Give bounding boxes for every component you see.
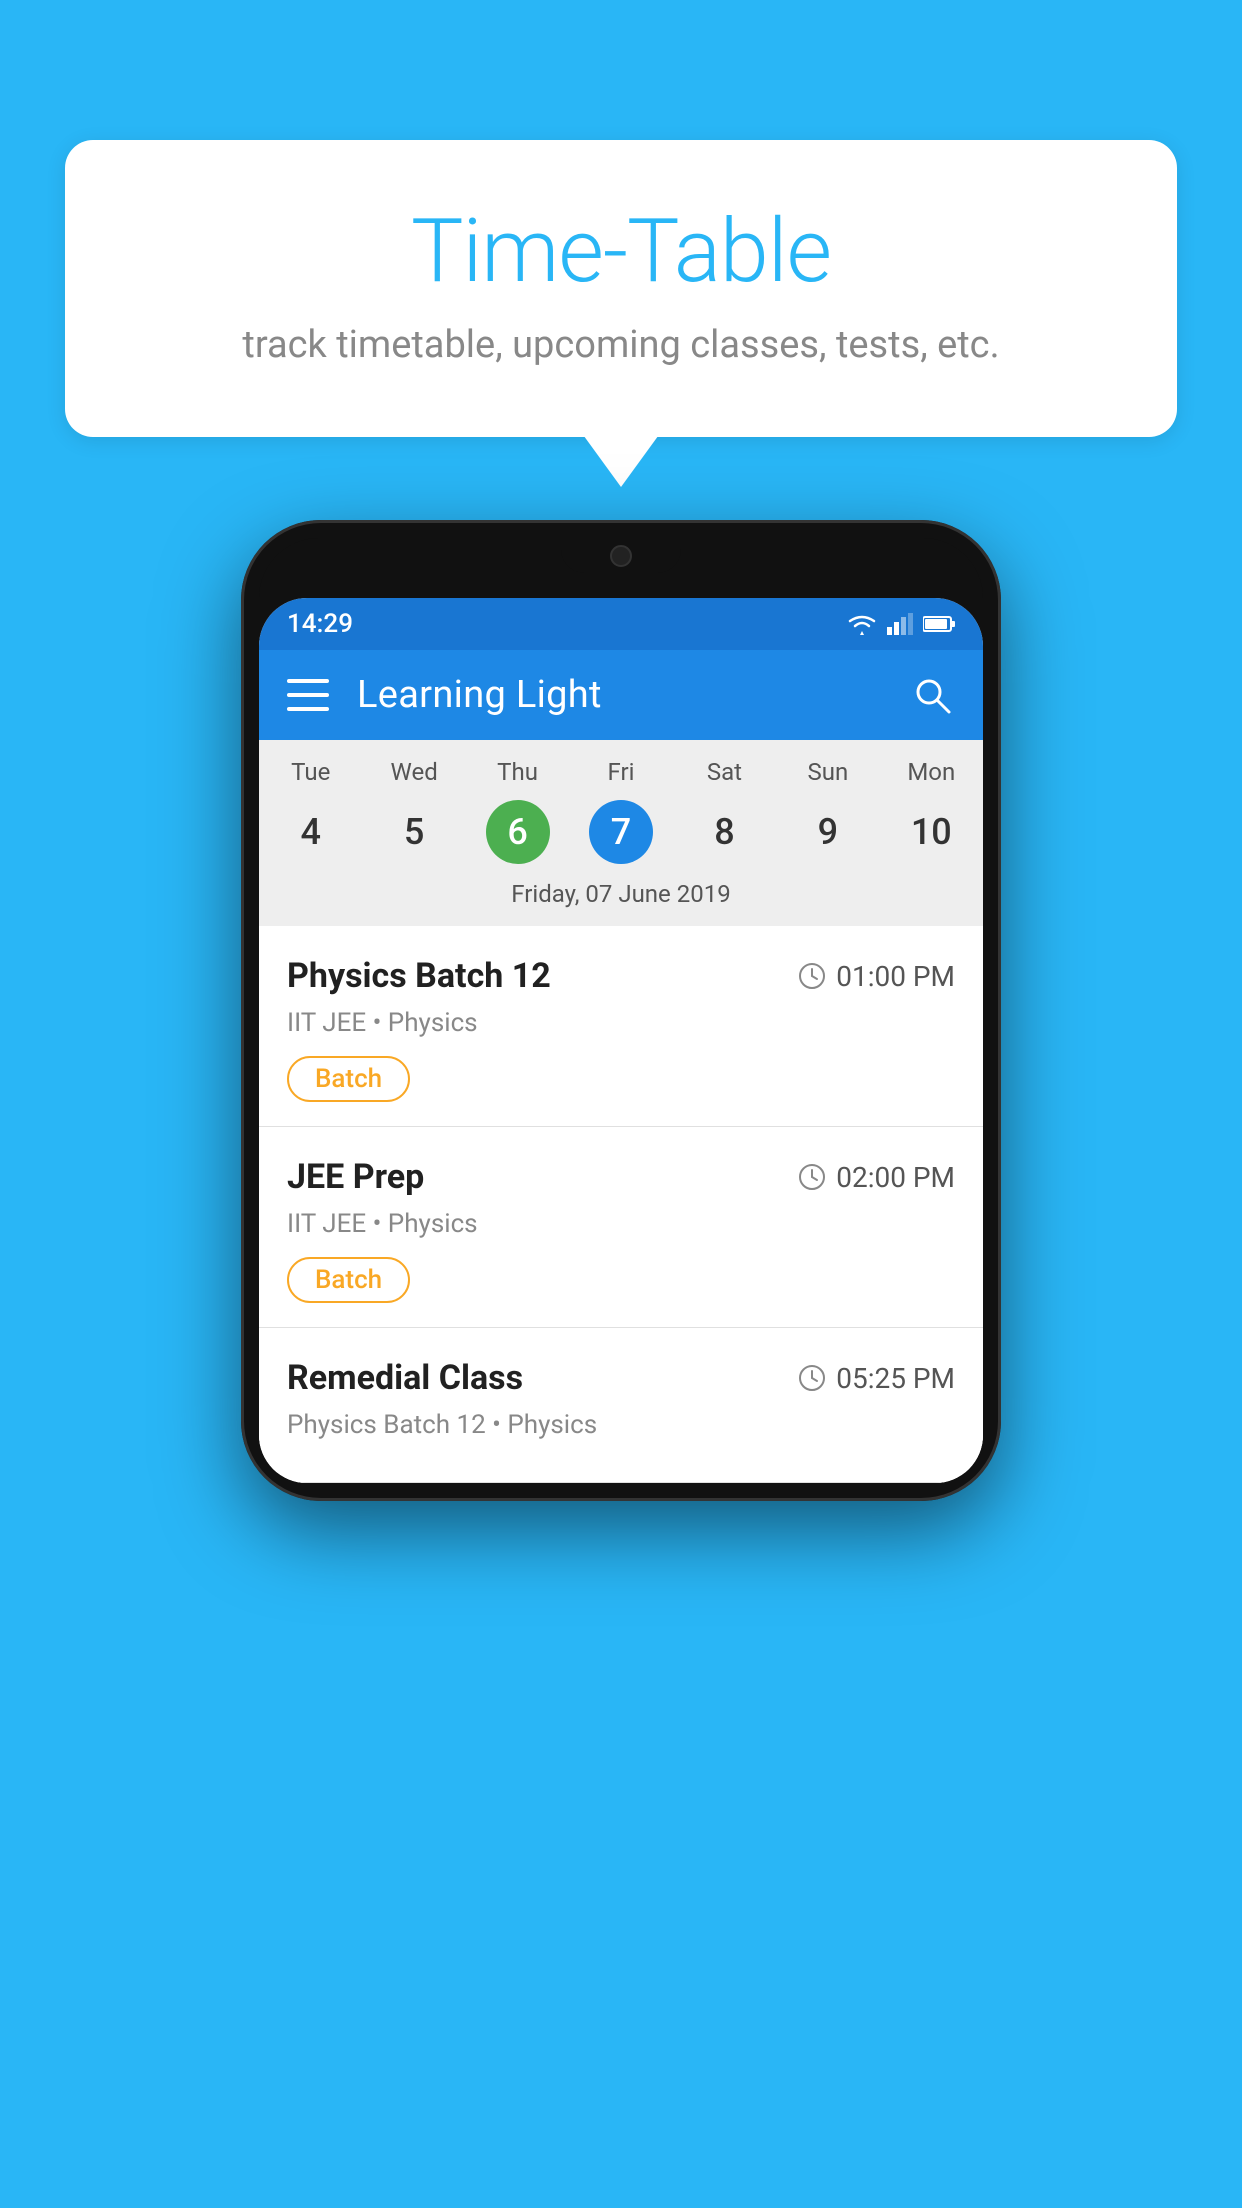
schedule-item-1-subtitle: IIT JEE • Physics (287, 1008, 955, 1038)
menu-button[interactable] (287, 679, 329, 711)
phone-body: 14:29 (241, 520, 1001, 1501)
phone-top-bar (259, 538, 983, 598)
schedule-item-1-title: Physics Batch 12 (287, 956, 551, 996)
speech-bubble: Time-Table track timetable, upcoming cla… (65, 140, 1177, 437)
selected-date-label: Friday, 07 June 2019 (259, 880, 983, 912)
day-name-thu: Thu (466, 758, 569, 786)
status-time: 14:29 (287, 609, 353, 639)
feature-subtitle: track timetable, upcoming classes, tests… (145, 323, 1097, 367)
battery-icon (923, 615, 955, 633)
schedule-item-2-time: 02:00 PM (836, 1161, 955, 1194)
schedule-item-2[interactable]: JEE Prep 02:00 PM IIT JEE • Physics Batc… (259, 1127, 983, 1328)
day-9[interactable]: 9 (796, 800, 860, 864)
search-button[interactable] (909, 672, 955, 718)
search-icon (911, 674, 953, 716)
status-icons (847, 613, 955, 635)
day-name-sat: Sat (673, 758, 776, 786)
schedule-item-2-title: JEE Prep (287, 1157, 424, 1197)
schedule-item-3-time: 05:25 PM (836, 1362, 955, 1395)
phone-screen: 14:29 (259, 598, 983, 1483)
schedule-item-3-time-container: 05:25 PM (798, 1362, 955, 1395)
schedule-list: Physics Batch 12 01:00 PM IIT JEE • Phys… (259, 926, 983, 1483)
app-bar: Learning Light (259, 650, 983, 740)
schedule-item-3[interactable]: Remedial Class 05:25 PM Physics Batch 12… (259, 1328, 983, 1483)
hamburger-line-3 (287, 707, 329, 711)
schedule-item-1-badge: Batch (287, 1056, 410, 1102)
schedule-item-3-subtitle: Physics Batch 12 • Physics (287, 1410, 955, 1440)
day-7-selected[interactable]: 7 (589, 800, 653, 864)
schedule-item-3-title: Remedial Class (287, 1358, 523, 1398)
schedule-item-2-badge: Batch (287, 1257, 410, 1303)
phone-mockup: 14:29 (241, 520, 1001, 1501)
schedule-item-2-time-container: 02:00 PM (798, 1161, 955, 1194)
schedule-item-2-header: JEE Prep 02:00 PM (287, 1157, 955, 1197)
schedule-item-1-header: Physics Batch 12 01:00 PM (287, 956, 955, 996)
camera (610, 545, 632, 567)
schedule-item-2-subtitle: IIT JEE • Physics (287, 1209, 955, 1239)
day-name-mon: Mon (880, 758, 983, 786)
status-bar: 14:29 (259, 598, 983, 650)
speech-bubble-section: Time-Table track timetable, upcoming cla… (65, 140, 1177, 437)
signal-icon (887, 613, 913, 635)
day-10[interactable]: 10 (899, 800, 963, 864)
day-name-fri: Fri (569, 758, 672, 786)
day-5[interactable]: 5 (382, 800, 446, 864)
clock-icon-2 (798, 1163, 826, 1191)
schedule-item-1-time-container: 01:00 PM (798, 960, 955, 993)
day-name-sun: Sun (776, 758, 879, 786)
days-header: Tue Wed Thu Fri Sat Sun Mon (259, 758, 983, 786)
day-name-wed: Wed (362, 758, 465, 786)
feature-title: Time-Table (145, 200, 1097, 303)
wifi-icon (847, 613, 877, 635)
hamburger-line-2 (287, 693, 329, 697)
days-row: 4 5 6 7 8 9 10 (259, 800, 983, 864)
schedule-item-1-time: 01:00 PM (836, 960, 955, 993)
schedule-item-1[interactable]: Physics Batch 12 01:00 PM IIT JEE • Phys… (259, 926, 983, 1127)
phone-notch (561, 538, 681, 573)
clock-icon-3 (798, 1364, 826, 1392)
calendar-strip: Tue Wed Thu Fri Sat Sun Mon 4 5 6 7 8 9 … (259, 740, 983, 926)
day-6-today[interactable]: 6 (486, 800, 550, 864)
day-8[interactable]: 8 (692, 800, 756, 864)
hamburger-line-1 (287, 679, 329, 683)
day-name-tue: Tue (259, 758, 362, 786)
app-title: Learning Light (357, 673, 909, 717)
clock-icon-1 (798, 962, 826, 990)
day-4[interactable]: 4 (279, 800, 343, 864)
schedule-item-3-header: Remedial Class 05:25 PM (287, 1358, 955, 1398)
